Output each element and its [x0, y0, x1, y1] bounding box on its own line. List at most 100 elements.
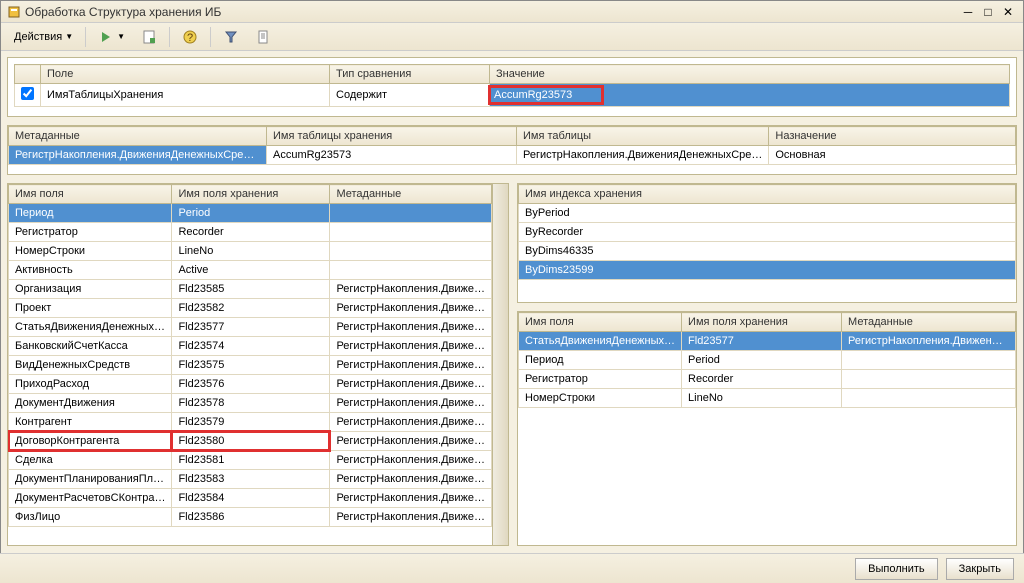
filter-value-cell[interactable]: AccumRg23573 — [490, 84, 1010, 107]
filter-checkbox[interactable] — [21, 87, 34, 100]
table-row[interactable]: ПриходРасходFld23576РегистрНакопления.Дв… — [9, 375, 492, 394]
idx-fields-header-name[interactable]: Имя поля — [519, 313, 682, 332]
field-meta-cell[interactable]: РегистрНакопления.Движе… — [330, 356, 492, 375]
idx-field-storage-cell[interactable]: Fld23577 — [682, 332, 842, 351]
index-name-cell[interactable]: ByDims23599 — [519, 261, 1016, 280]
scrollbar[interactable] — [492, 184, 508, 545]
field-storage-cell[interactable]: Fld23574 — [172, 337, 330, 356]
idx-field-storage-cell[interactable]: LineNo — [682, 389, 842, 408]
document-button[interactable] — [248, 26, 278, 48]
field-meta-cell[interactable]: РегистрНакопления.Движе… — [330, 470, 492, 489]
field-storage-cell[interactable]: Fld23576 — [172, 375, 330, 394]
help-button[interactable]: ? — [175, 26, 205, 48]
table-row[interactable]: ДоговорКонтрагентаFld23580РегистрНакопле… — [9, 432, 492, 451]
filter-row[interactable]: ИмяТаблицыХранения Содержит AccumRg23573 — [15, 84, 1010, 107]
field-name-cell[interactable]: Контрагент — [9, 413, 172, 432]
meta-cell-metadata[interactable]: РегистрНакопления.ДвиженияДенежныхСре… — [9, 146, 267, 165]
field-meta-cell[interactable] — [330, 204, 492, 223]
field-name-cell[interactable]: ДокументДвижения — [9, 394, 172, 413]
meta-cell-storage-table[interactable]: AccumRg23573 — [267, 146, 517, 165]
index-name-cell[interactable]: ByPeriod — [519, 204, 1016, 223]
table-row[interactable]: СтатьяДвиженияДенежных…Fld23577РегистрНа… — [519, 332, 1016, 351]
execute-button[interactable]: Выполнить — [855, 558, 937, 580]
table-row[interactable]: ByDims23599 — [519, 261, 1016, 280]
fields-header-storage[interactable]: Имя поля хранения — [172, 185, 330, 204]
filter-header-comparison[interactable]: Тип сравнения — [330, 65, 490, 84]
field-meta-cell[interactable]: РегистрНакопления.Движе… — [330, 299, 492, 318]
idx-field-name-cell[interactable]: Период — [519, 351, 682, 370]
idx-field-meta-cell[interactable] — [842, 370, 1016, 389]
idx-field-meta-cell[interactable]: РегистрНакопления.Движен… — [842, 332, 1016, 351]
idx-field-meta-cell[interactable] — [842, 389, 1016, 408]
table-row[interactable]: ВидДенежныхСредствFld23575РегистрНакопле… — [9, 356, 492, 375]
field-storage-cell[interactable]: Fld23578 — [172, 394, 330, 413]
field-meta-cell[interactable]: РегистрНакопления.Движе… — [330, 451, 492, 470]
filter-header-value[interactable]: Значение — [490, 65, 1010, 84]
table-row[interactable]: ФизЛицоFld23586РегистрНакопления.Движе… — [9, 508, 492, 527]
field-meta-cell[interactable]: РегистрНакопления.Движе… — [330, 318, 492, 337]
table-row[interactable]: СтатьяДвиженияДенежных…Fld23577РегистрНа… — [9, 318, 492, 337]
meta-header-storage-table[interactable]: Имя таблицы хранения — [267, 127, 517, 146]
field-meta-cell[interactable]: РегистрНакопления.Движе… — [330, 394, 492, 413]
idx-fields-header-meta[interactable]: Метаданные — [842, 313, 1016, 332]
filter-button[interactable] — [216, 26, 246, 48]
table-row[interactable]: СделкаFld23581РегистрНакопления.Движе… — [9, 451, 492, 470]
table-row[interactable]: РегистраторRecorder — [9, 223, 492, 242]
field-name-cell[interactable]: ВидДенежныхСредств — [9, 356, 172, 375]
close-button[interactable]: ✕ — [999, 4, 1017, 20]
table-row[interactable]: ByPeriod — [519, 204, 1016, 223]
table-row[interactable]: НомерСтрокиLineNo — [519, 389, 1016, 408]
field-storage-cell[interactable]: Recorder — [172, 223, 330, 242]
field-meta-cell[interactable]: РегистрНакопления.Движе… — [330, 375, 492, 394]
idx-field-meta-cell[interactable] — [842, 351, 1016, 370]
field-name-cell[interactable]: Организация — [9, 280, 172, 299]
field-storage-cell[interactable]: LineNo — [172, 242, 330, 261]
table-row[interactable]: ОрганизацияFld23585РегистрНакопления.Дви… — [9, 280, 492, 299]
field-name-cell[interactable]: ДокументПланированияПл… — [9, 470, 172, 489]
field-meta-cell[interactable] — [330, 223, 492, 242]
filter-field-cell[interactable]: ИмяТаблицыХранения — [41, 84, 330, 107]
table-row[interactable]: КонтрагентFld23579РегистрНакопления.Движ… — [9, 413, 492, 432]
field-storage-cell[interactable]: Fld23580 — [172, 432, 330, 451]
field-meta-cell[interactable] — [330, 261, 492, 280]
table-row[interactable]: ДокументРасчетовСКонтра…Fld23584РегистрН… — [9, 489, 492, 508]
idx-field-name-cell[interactable]: СтатьяДвиженияДенежных… — [519, 332, 682, 351]
table-row[interactable]: НомерСтрокиLineNo — [9, 242, 492, 261]
field-meta-cell[interactable]: РегистрНакопления.Движе… — [330, 432, 492, 451]
metadata-row[interactable]: РегистрНакопления.ДвиженияДенежныхСре… A… — [9, 146, 1016, 165]
field-name-cell[interactable]: Проект — [9, 299, 172, 318]
filter-comparison-cell[interactable]: Содержит — [330, 84, 490, 107]
field-name-cell[interactable]: Сделка — [9, 451, 172, 470]
table-row[interactable]: ByDims46335 — [519, 242, 1016, 261]
field-meta-cell[interactable]: РегистрНакопления.Движе… — [330, 489, 492, 508]
field-storage-cell[interactable]: Active — [172, 261, 330, 280]
field-meta-cell[interactable]: РегистрНакопления.Движе… — [330, 280, 492, 299]
table-row[interactable]: ByRecorder — [519, 223, 1016, 242]
field-name-cell[interactable]: Активность — [9, 261, 172, 280]
idx-fields-header-storage[interactable]: Имя поля хранения — [682, 313, 842, 332]
idx-field-storage-cell[interactable]: Period — [682, 351, 842, 370]
idx-field-name-cell[interactable]: НомерСтроки — [519, 389, 682, 408]
meta-cell-table[interactable]: РегистрНакопления.ДвиженияДенежныхСре… — [517, 146, 769, 165]
table-row[interactable]: РегистраторRecorder — [519, 370, 1016, 389]
fields-header-meta[interactable]: Метаданные — [330, 185, 492, 204]
table-row[interactable]: БанковскийСчетКассаFld23574РегистрНакопл… — [9, 337, 492, 356]
field-storage-cell[interactable]: Fld23586 — [172, 508, 330, 527]
meta-header-table[interactable]: Имя таблицы — [517, 127, 769, 146]
idx-field-storage-cell[interactable]: Recorder — [682, 370, 842, 389]
field-storage-cell[interactable]: Fld23577 — [172, 318, 330, 337]
table-row[interactable]: ПериодPeriod — [9, 204, 492, 223]
field-meta-cell[interactable]: РегистрНакопления.Движе… — [330, 508, 492, 527]
actions-menu[interactable]: Действия ▼ — [7, 26, 80, 48]
field-storage-cell[interactable]: Fld23581 — [172, 451, 330, 470]
index-header[interactable]: Имя индекса хранения — [519, 185, 1016, 204]
field-storage-cell[interactable]: Fld23584 — [172, 489, 330, 508]
field-name-cell[interactable]: ПриходРасход — [9, 375, 172, 394]
field-name-cell[interactable]: НомерСтроки — [9, 242, 172, 261]
table-row[interactable]: ДокументПланированияПл…Fld23583РегистрНа… — [9, 470, 492, 489]
index-name-cell[interactable]: ByRecorder — [519, 223, 1016, 242]
field-name-cell[interactable]: ФизЛицо — [9, 508, 172, 527]
meta-cell-purpose[interactable]: Основная — [769, 146, 1016, 165]
table-row[interactable]: АктивностьActive — [9, 261, 492, 280]
idx-field-name-cell[interactable]: Регистратор — [519, 370, 682, 389]
